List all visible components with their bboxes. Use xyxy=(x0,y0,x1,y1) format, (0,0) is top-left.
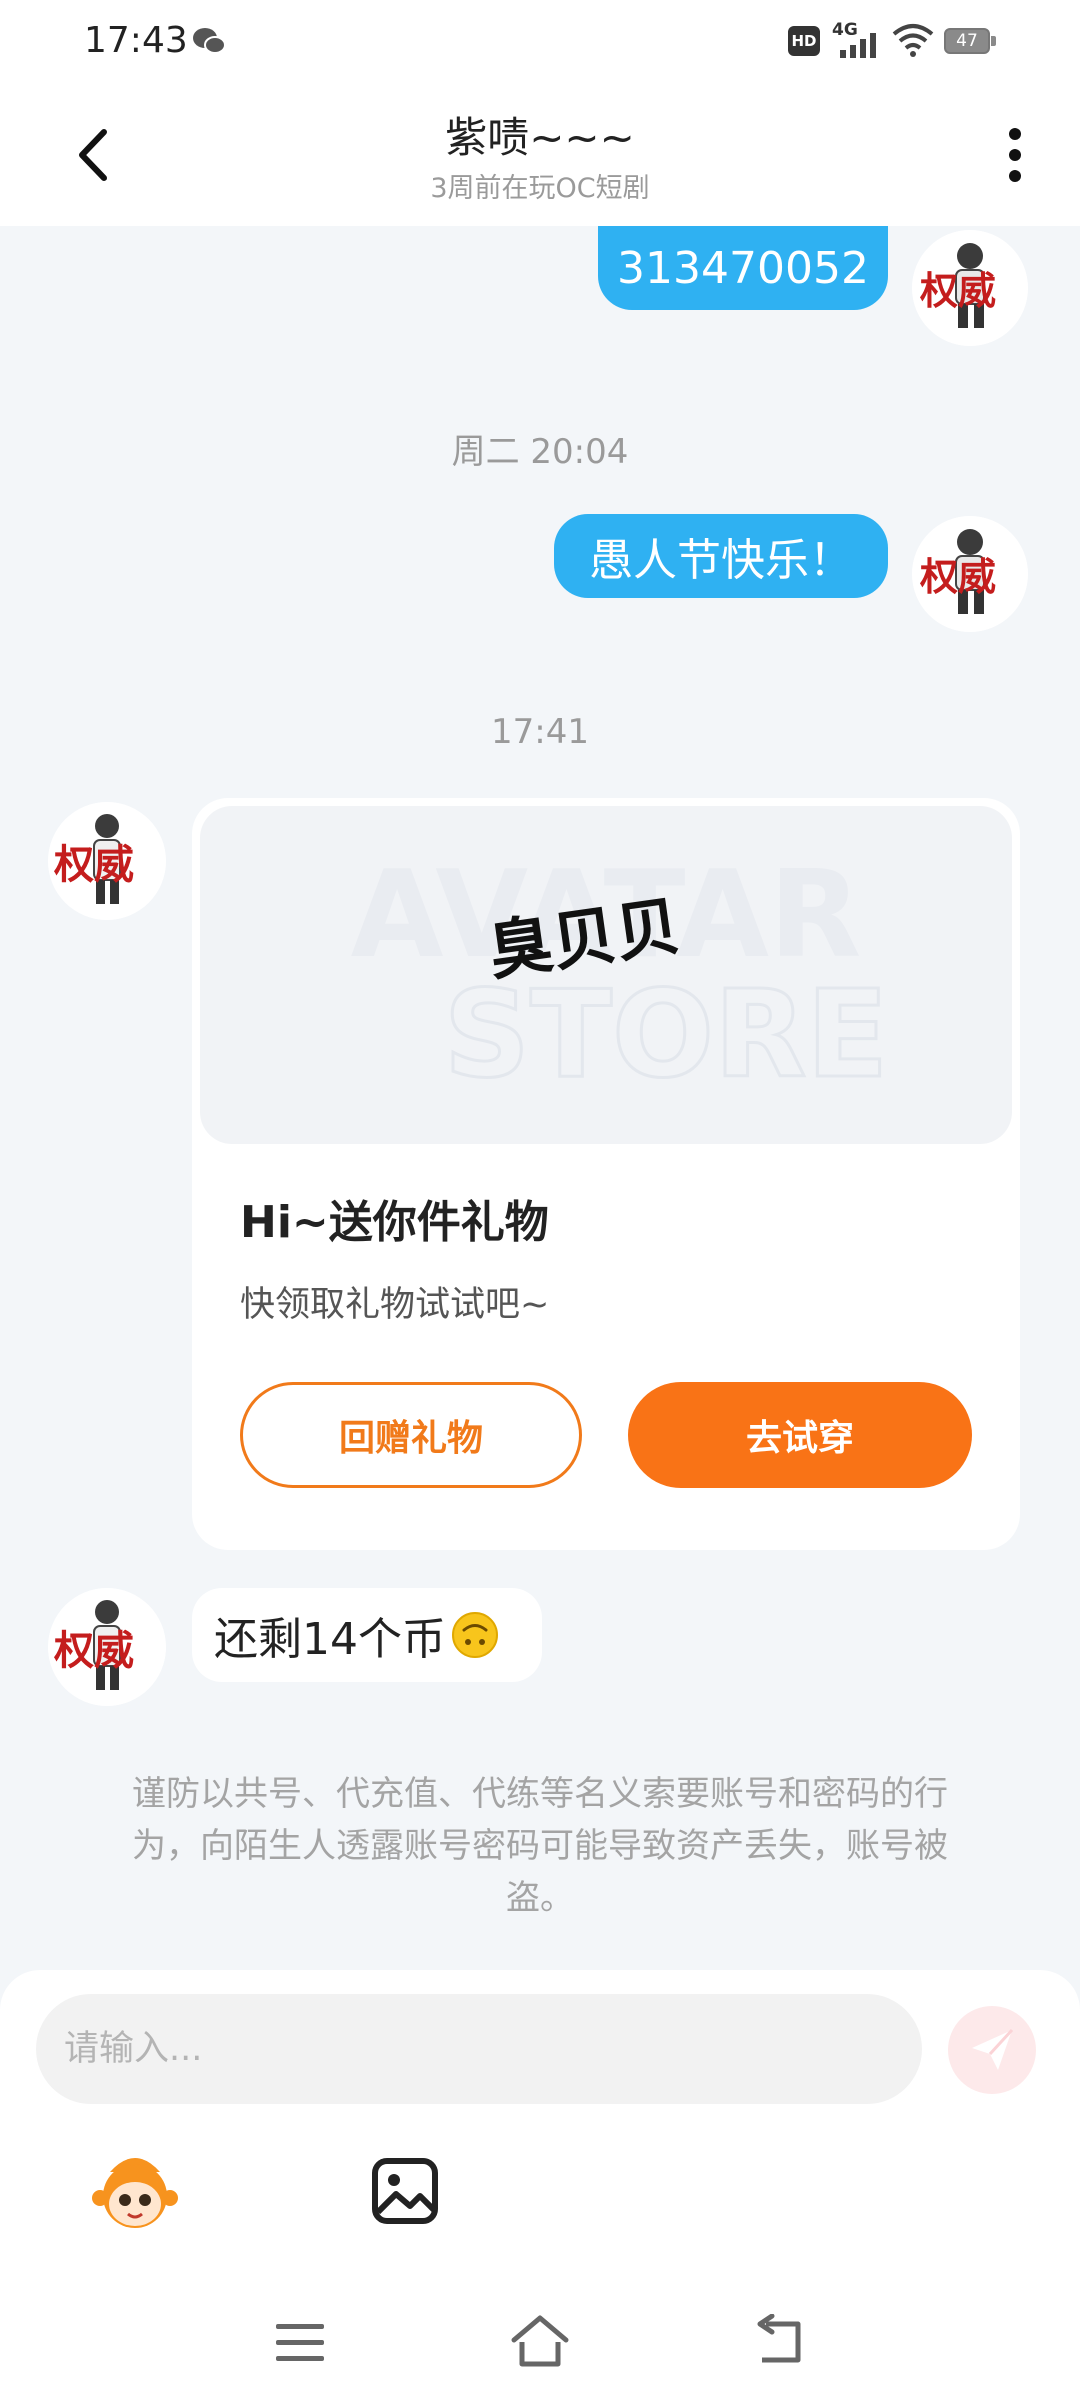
wifi-icon xyxy=(892,24,934,57)
back-nav-icon[interactable] xyxy=(752,2314,806,2368)
signal-icon xyxy=(840,33,876,58)
my-avatar[interactable]: 权威 xyxy=(912,516,1028,632)
security-warning: 谨防以共号、代充值、代练等名义索要账号和密码的行为，向陌生人透露账号密码可能导致… xyxy=(132,1774,948,1918)
emoji-mascot-icon[interactable] xyxy=(90,2150,180,2234)
contact-avatar[interactable]: 权威 xyxy=(48,1588,166,1706)
battery-icon: 47 xyxy=(944,28,996,54)
chat-subtitle: 3周前在玩OC短剧 xyxy=(430,173,650,204)
gift-title: Hi~送你件礼物 xyxy=(240,1197,549,1248)
send-icon xyxy=(972,2028,1014,2070)
avatar-text: 权威 xyxy=(919,554,996,599)
avatar-text: 权威 xyxy=(53,841,134,888)
avatar-illustration: 权威 xyxy=(48,802,166,920)
image-icon[interactable] xyxy=(370,2156,440,2226)
avatar-illustration: 权威 xyxy=(912,516,1028,632)
timestamp: 周二 20:04 xyxy=(451,432,629,472)
my-avatar[interactable]: 权威 xyxy=(912,230,1028,346)
avatar-illustration: 权威 xyxy=(48,1588,166,1706)
gift-subtitle: 快领取礼物试试吧~ xyxy=(240,1285,550,1325)
try-on-button[interactable]: 去试穿 xyxy=(628,1382,972,1488)
incoming-message-bubble[interactable]: 还剩14个币 xyxy=(192,1588,542,1682)
more-vert-icon[interactable] xyxy=(990,120,1040,190)
upside-down-face-emoji xyxy=(452,1612,498,1658)
send-button[interactable] xyxy=(948,2006,1036,2094)
incoming-message-text: 还剩14个币 xyxy=(214,1614,446,1665)
menu-icon[interactable] xyxy=(272,2318,328,2368)
chat-title: 紫啧~~~ xyxy=(445,113,635,162)
gift-preview-image: AVATAR STORE 臭贝贝 xyxy=(200,806,1012,1144)
message-input[interactable] xyxy=(36,1994,922,2104)
outgoing-message-bubble[interactable]: 313470052 xyxy=(598,226,888,310)
home-icon[interactable] xyxy=(508,2310,572,2370)
return-gift-button[interactable]: 回赠礼物 xyxy=(240,1382,582,1488)
status-time: 17:43 xyxy=(84,20,188,61)
avatar-text: 权威 xyxy=(53,1627,134,1674)
avatar-text: 权威 xyxy=(919,268,996,313)
avatar-illustration: 权威 xyxy=(912,230,1028,346)
outgoing-message-bubble[interactable]: 愚人节快乐！ xyxy=(554,514,888,598)
timestamp: 17:41 xyxy=(491,712,589,752)
battery-level: 47 xyxy=(944,28,990,54)
contact-avatar[interactable]: 权威 xyxy=(48,802,166,920)
wechat-icon xyxy=(193,28,226,54)
hd-badge: HD xyxy=(788,26,820,56)
